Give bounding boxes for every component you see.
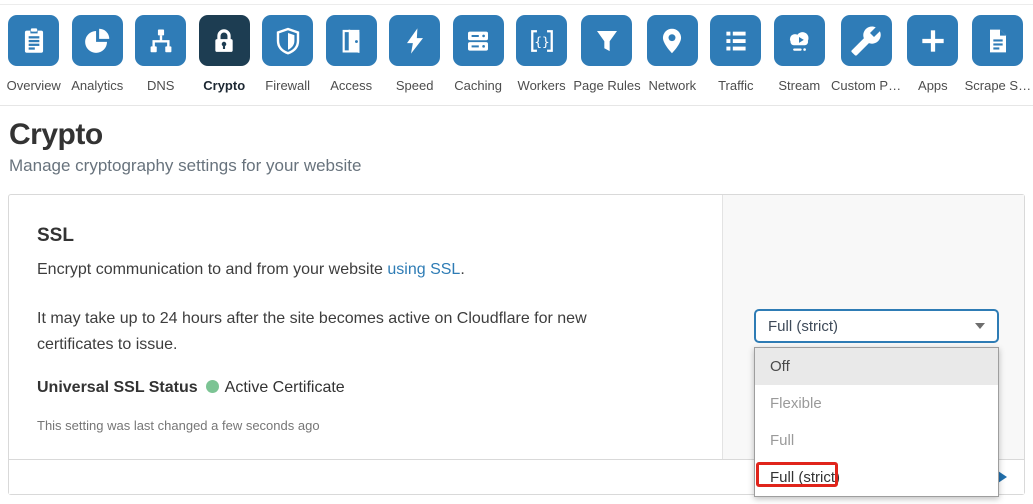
tab-scrape-shield[interactable]: Scrape S… — [965, 15, 1031, 93]
option-full-strict-label: Full (strict) — [770, 469, 840, 486]
tab-speed[interactable]: Speed — [383, 15, 446, 93]
tab-label: Scrape S… — [964, 78, 1032, 93]
custom-pages-icon — [851, 25, 881, 56]
ssl-content: SSL Encrypt communication to and from yo… — [9, 195, 721, 433]
last-changed-note: This setting was last changed a few seco… — [37, 418, 320, 434]
workers-icon: {} — [530, 29, 553, 52]
page-subtitle: Manage cryptography settings for your we… — [9, 156, 362, 175]
tab-label: Overview — [6, 78, 61, 93]
tab-label: Stream — [778, 78, 821, 93]
ssl-settings-card: SSL Encrypt communication to and from yo… — [8, 194, 1025, 497]
tab-label: Custom P… — [831, 78, 902, 93]
option-off[interactable]: Off — [755, 348, 998, 385]
status-green-dot-icon — [205, 380, 219, 394]
tab-workers[interactable]: {} Workers — [510, 15, 573, 93]
tab-label: Network — [648, 78, 697, 93]
caching-icon — [468, 31, 489, 51]
tab-caching[interactable]: Caching — [446, 15, 509, 93]
status-value: Active Certificate — [224, 379, 345, 397]
tab-apps[interactable]: Apps — [901, 15, 964, 93]
traffic-icon — [726, 31, 746, 50]
ssl-mode-selected-value: Full (strict) — [768, 317, 838, 335]
tab-dns[interactable]: DNS — [129, 15, 192, 93]
page-title: Crypto — [9, 118, 103, 151]
speed-icon — [406, 27, 423, 54]
page-header: Crypto Manage cryptography settings for … — [0, 106, 1033, 176]
tab-label: Caching — [454, 78, 502, 93]
tab-label: Page Rules — [573, 78, 641, 93]
tab-label: DNS — [146, 78, 175, 93]
apps-icon — [922, 29, 944, 52]
tab-firewall[interactable]: Firewall — [256, 15, 319, 93]
ssl-mode-select[interactable]: Full (strict) — [754, 309, 999, 343]
ssl-mode-option-list: Off Flexible Full Full (strict) — [754, 347, 999, 497]
option-full[interactable]: Full — [755, 422, 998, 459]
tab-label: Speed — [395, 78, 434, 93]
dns-icon — [150, 29, 172, 52]
universal-ssl-status-row: Universal SSL Status Active Certificate — [37, 379, 661, 397]
tab-custom-pages[interactable]: Custom P… — [831, 15, 901, 93]
certificate-note: It may take up to 24 hours after the sit… — [37, 310, 587, 353]
tab-crypto[interactable]: Crypto — [192, 15, 255, 93]
using-ssl-link[interactable]: using SSL — [387, 261, 460, 278]
top-icon-nav: Overview Analytics DNS Crypto Firewall A… — [0, 4, 1033, 106]
option-flexible[interactable]: Flexible — [755, 385, 998, 422]
svg-text:{}: {} — [534, 33, 549, 48]
ssl-description-text: Encrypt communication to and from your w… — [37, 261, 388, 278]
tab-label: Analytics — [71, 78, 124, 93]
tab-label: Workers — [517, 78, 566, 93]
network-icon — [663, 28, 682, 53]
option-full-strict[interactable]: Full (strict) — [755, 459, 998, 496]
analytics-icon — [85, 28, 110, 53]
ssl-section-title: SSL — [37, 225, 74, 246]
tab-label: Apps — [918, 78, 948, 93]
tab-network[interactable]: Network — [641, 15, 704, 93]
scrape-shield-icon — [989, 29, 1006, 52]
access-icon — [342, 29, 360, 53]
tab-label: Crypto — [203, 78, 246, 93]
tab-label: Traffic — [718, 78, 754, 93]
tab-access[interactable]: Access — [319, 15, 382, 93]
overview-icon — [24, 27, 43, 53]
firewall-icon — [276, 27, 299, 55]
ssl-description: Encrypt communication to and from your w… — [37, 261, 661, 279]
tab-stream[interactable]: Stream — [768, 15, 831, 93]
tab-overview[interactable]: Overview — [2, 15, 65, 93]
tab-analytics[interactable]: Analytics — [65, 15, 128, 93]
tab-label: Firewall — [265, 78, 311, 93]
chevron-down-icon — [975, 323, 985, 329]
tab-traffic[interactable]: Traffic — [704, 15, 767, 93]
ssl-description-period: . — [460, 261, 465, 278]
stream-icon — [790, 31, 809, 51]
next-arrow-icon[interactable] — [998, 471, 1007, 483]
crypto-icon — [215, 28, 233, 52]
status-label: Universal SSL Status — [37, 379, 198, 397]
tab-page-rules[interactable]: Page Rules — [573, 15, 641, 93]
page-rules-icon — [596, 30, 617, 51]
tab-label: Access — [330, 78, 373, 93]
